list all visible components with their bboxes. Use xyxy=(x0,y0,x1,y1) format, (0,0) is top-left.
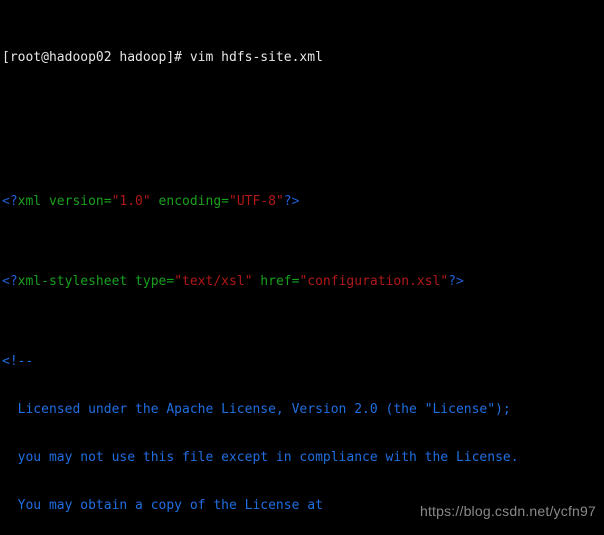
xml-declaration-line: <?xml version="1.0" encoding="UTF-8"?> xyxy=(0,194,604,210)
stylesheet-decl-name: xml-stylesheet type= xyxy=(17,274,175,289)
xml-stylesheet-line: <?xml-stylesheet type="text/xsl" href="c… xyxy=(0,274,604,290)
pi-close-delim: ?> xyxy=(283,194,300,209)
license-comment-open: <!-- xyxy=(2,354,34,369)
pi-close-delim: ?> xyxy=(448,274,464,289)
pi-open-delim: <? xyxy=(2,274,18,289)
xml-encoding-attr: encoding= xyxy=(150,194,229,209)
xml-version-value: "1.0" xyxy=(111,194,151,209)
stylesheet-href-attr: href= xyxy=(252,274,300,289)
xml-decl-name: xml version= xyxy=(17,194,112,209)
license-comment-line: Licensed under the Apache License, Versi… xyxy=(2,402,511,417)
xml-encoding-value: "UTF-8" xyxy=(229,194,284,209)
stylesheet-type-value: "text/xsl" xyxy=(174,274,253,289)
watermark: https://blog.csdn.net/ycfn97 xyxy=(419,503,596,519)
license-comment-line: you may not use this file except in comp… xyxy=(2,450,519,465)
terminal-window[interactable]: [root@hadoop02 hadoop]# vim hdfs-site.xm… xyxy=(0,0,604,535)
pi-open-delim: <? xyxy=(2,194,18,209)
shell-prompt-line: [root@hadoop02 hadoop]# vim hdfs-site.xm… xyxy=(2,50,323,65)
stylesheet-href-value: "configuration.xsl" xyxy=(299,274,449,289)
